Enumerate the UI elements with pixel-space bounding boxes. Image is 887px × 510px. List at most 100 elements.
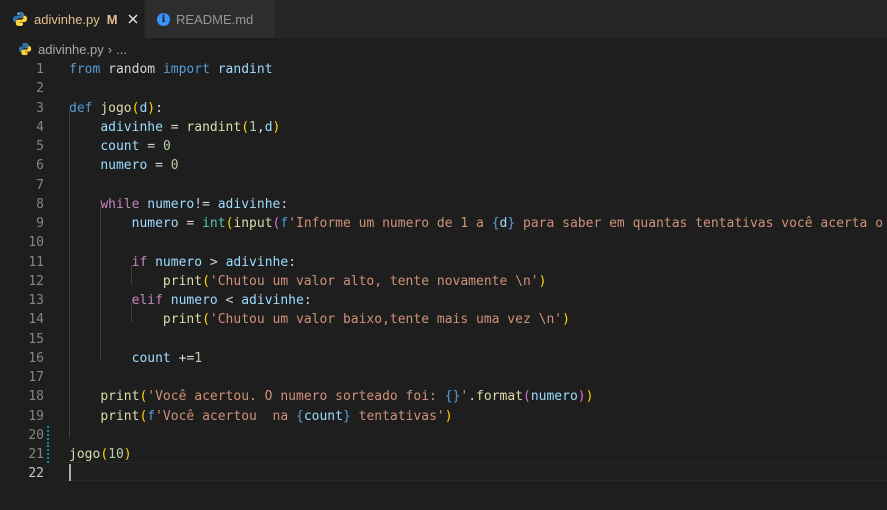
code-token: format xyxy=(476,389,523,405)
line-number: 8 xyxy=(36,196,44,212)
line-number: 3 xyxy=(36,100,44,116)
code-token: numero xyxy=(100,158,148,174)
code-token: d xyxy=(264,119,273,135)
code-token: { xyxy=(296,408,304,424)
code-token: , xyxy=(256,119,265,135)
code-line[interactable]: numero = int(input(f'Informe um numero d… xyxy=(69,214,887,233)
code-line[interactable]: print ('Você acertou. O numero sorteado f… xyxy=(69,387,593,406)
line-number: 12 xyxy=(28,273,44,289)
code-token: = xyxy=(162,119,187,135)
breadcrumb-file[interactable]: adivinhe.py xyxy=(38,42,104,57)
code-line[interactable]: from random import randint xyxy=(69,60,273,79)
git-change-marker xyxy=(47,445,49,464)
line-number: 2 xyxy=(36,81,44,97)
code-line[interactable]: elif numero < adivinhe: xyxy=(69,291,312,310)
code-token: : xyxy=(303,293,312,308)
close-icon[interactable] xyxy=(127,13,139,25)
code-token: from xyxy=(69,62,101,77)
code-token: int xyxy=(202,216,226,231)
code-token: ( xyxy=(202,312,210,328)
code-token: += xyxy=(170,350,195,366)
line-number: 1 xyxy=(36,62,44,77)
code-token: if xyxy=(131,254,148,270)
line-number: 15 xyxy=(28,331,44,347)
code-token: count xyxy=(131,350,171,366)
current-line-highlight xyxy=(60,462,887,481)
code-token: print xyxy=(100,408,140,424)
code-token: ' xyxy=(460,389,469,405)
code-token: { xyxy=(491,216,500,231)
code-line[interactable]: numero = 0 xyxy=(69,156,178,175)
code-token: def xyxy=(69,100,93,116)
code-token: randint xyxy=(186,119,242,135)
code-token: ' xyxy=(554,312,563,328)
code-line[interactable]: print(f'Você acertou na {count} tentativ… xyxy=(69,407,453,426)
code-token: ) xyxy=(272,119,281,135)
code-line[interactable]: count +=1 xyxy=(69,349,202,368)
code-line[interactable]: while numero!= adivinhe: xyxy=(69,195,288,214)
code-line[interactable]: jogo(10) xyxy=(69,445,132,464)
code-token: while xyxy=(100,196,140,212)
tab-readme-md[interactable]: i README.md xyxy=(144,0,275,38)
code-token: numero xyxy=(530,389,578,405)
code-token: ) xyxy=(147,100,156,116)
code-token: numero xyxy=(131,216,179,231)
code-token: : xyxy=(155,100,163,116)
code-token: 1 xyxy=(194,350,203,366)
code-line[interactable]: print('Chutou um valor alto, tente novam… xyxy=(69,272,547,291)
code-line[interactable]: if numero > adivinhe: xyxy=(69,253,296,272)
code-token: ) xyxy=(585,389,594,405)
code-token: ) xyxy=(444,408,453,424)
code-token: 0 xyxy=(162,139,171,154)
code-token: adivinhe xyxy=(225,254,289,270)
line-number: 22 xyxy=(28,466,44,482)
code-token: numero xyxy=(170,293,218,308)
breadcrumb-more[interactable]: ... xyxy=(116,42,127,57)
code-token: ( xyxy=(100,447,109,462)
code-token: random xyxy=(100,62,163,77)
code-token: import xyxy=(162,62,210,77)
line-number: 7 xyxy=(36,177,44,193)
code-token: = xyxy=(178,216,203,231)
line-number: 21 xyxy=(28,447,44,462)
code-token: = xyxy=(139,139,163,154)
line-number: 17 xyxy=(28,370,44,385)
code-token: ) xyxy=(577,389,586,405)
code-token: count xyxy=(303,408,343,424)
line-number: 18 xyxy=(28,389,44,405)
code-token: \n xyxy=(515,273,531,289)
code-token: adivinhe xyxy=(241,293,304,308)
code-token: ' xyxy=(530,273,539,289)
git-change-marker xyxy=(47,426,49,445)
line-number: 13 xyxy=(28,293,44,308)
code-token: } xyxy=(342,408,351,424)
code-token: 'Informe um numero de 1 a xyxy=(288,216,492,231)
line-number: 4 xyxy=(36,119,44,135)
line-number: 16 xyxy=(28,350,44,366)
code-token: para saber em quantas tentativas você ac… xyxy=(515,216,887,231)
code-token: adivinhe xyxy=(217,196,281,212)
code-token: print xyxy=(162,273,203,289)
code-token: tentativas' xyxy=(350,408,445,424)
code-token: 'Chutou um valor baixo,tente mais uma ve… xyxy=(209,312,539,328)
code-editor[interactable]: 1 from random import randint 2 3 def jogo(d)… xyxy=(0,60,887,510)
code-token: {} xyxy=(444,389,461,405)
code-token: != xyxy=(194,196,218,212)
code-token: numero xyxy=(147,196,195,212)
tab-adivinhe-py[interactable]: adivinhe.py M xyxy=(0,0,144,38)
code-line[interactable]: print('Chutou um valor baixo,tente mais … xyxy=(69,310,570,329)
code-line[interactable]: adivinhe = randint(1,d) xyxy=(69,118,280,137)
code-line[interactable]: def jogo(d): xyxy=(69,99,163,118)
code-token: elif xyxy=(131,293,163,308)
code-line[interactable]: count = 0 xyxy=(69,137,171,156)
